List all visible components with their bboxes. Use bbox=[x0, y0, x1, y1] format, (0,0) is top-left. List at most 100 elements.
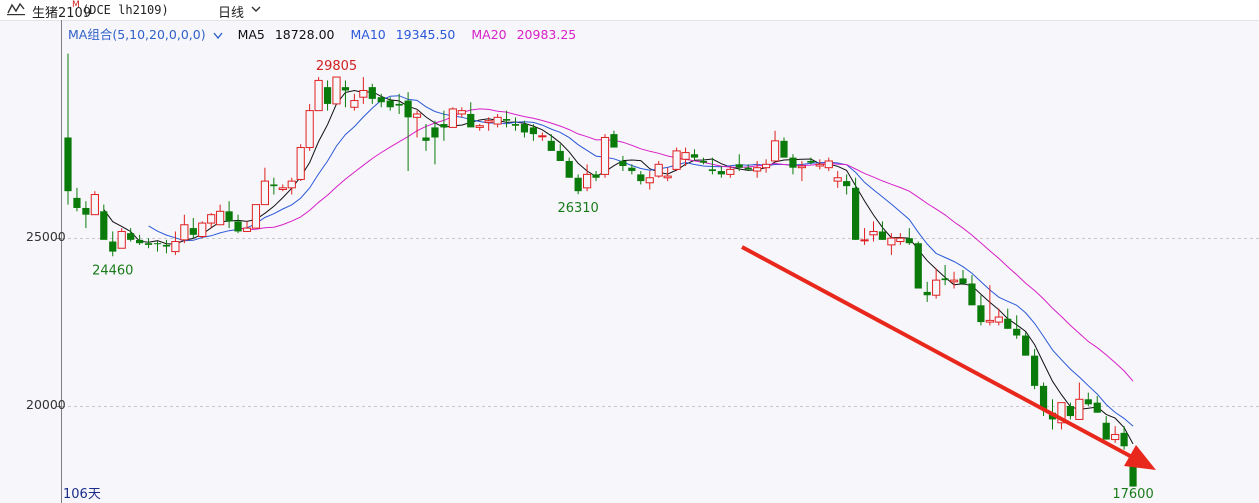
candle bbox=[323, 80, 332, 111]
candle bbox=[538, 132, 547, 141]
candle-body bbox=[448, 108, 457, 128]
candle-body bbox=[251, 204, 261, 229]
candle bbox=[654, 160, 663, 178]
candle bbox=[1022, 332, 1030, 356]
candle-body bbox=[100, 211, 108, 240]
kline-chart[interactable]: 29805 24460 26310 17600 MA组合(5,10,20,0,0,0)… bbox=[0, 20, 1259, 503]
candle-body bbox=[323, 87, 332, 104]
candle-body bbox=[359, 89, 368, 98]
candle bbox=[162, 239, 171, 254]
candle-body bbox=[1102, 422, 1110, 440]
candle-body bbox=[592, 174, 600, 178]
candle bbox=[467, 102, 475, 128]
candle bbox=[610, 130, 618, 148]
candle-body bbox=[109, 241, 117, 252]
candle-body bbox=[1084, 399, 1092, 405]
candle bbox=[82, 201, 90, 229]
candle-body bbox=[941, 278, 949, 281]
candle bbox=[305, 103, 314, 151]
candle bbox=[251, 204, 261, 229]
candle bbox=[234, 214, 242, 234]
candle bbox=[923, 281, 931, 302]
candle bbox=[153, 241, 162, 252]
ma-legend: MA组合(5,10,20,0,0,0) MA5 18728.00 MA10 19… bbox=[68, 24, 588, 42]
candle bbox=[896, 233, 905, 245]
candle-body bbox=[637, 174, 645, 182]
chevron-down-icon[interactable] bbox=[212, 31, 224, 41]
candle bbox=[377, 93, 385, 108]
candles bbox=[64, 53, 1137, 487]
candle bbox=[73, 187, 81, 212]
candle-body bbox=[207, 214, 216, 224]
candle bbox=[332, 76, 341, 105]
candle-body bbox=[985, 319, 994, 323]
candle bbox=[287, 177, 296, 195]
ma-group-selector[interactable]: MA组合(5,10,20,0,0,0) bbox=[68, 27, 206, 42]
candle-body bbox=[681, 152, 690, 160]
candle bbox=[869, 221, 878, 242]
candle bbox=[359, 77, 368, 104]
candle bbox=[180, 214, 189, 244]
candle-body bbox=[1031, 355, 1039, 386]
chevron-down-icon[interactable] bbox=[250, 3, 262, 15]
candle-body bbox=[744, 167, 752, 170]
candle-body bbox=[1066, 406, 1074, 417]
candle-body bbox=[332, 76, 341, 105]
candle bbox=[833, 171, 842, 188]
candle bbox=[529, 124, 537, 141]
candle bbox=[824, 157, 833, 172]
candle-body bbox=[162, 244, 171, 247]
price-annotation: 29805 bbox=[316, 59, 357, 74]
candle-body bbox=[708, 169, 716, 172]
candle-body bbox=[556, 150, 564, 161]
candle-body bbox=[923, 291, 931, 296]
candle-body bbox=[73, 197, 81, 208]
candle-body bbox=[860, 239, 869, 242]
candle-body bbox=[341, 87, 350, 91]
candle-body bbox=[735, 164, 743, 168]
candle bbox=[565, 157, 573, 178]
candle-body bbox=[565, 160, 573, 178]
candle-body bbox=[574, 177, 582, 192]
period-selector[interactable]: 日线 bbox=[218, 2, 244, 21]
candle-body bbox=[529, 127, 537, 135]
candle bbox=[404, 92, 412, 172]
ma10-readout: MA10 19345.50 bbox=[351, 27, 462, 42]
candle-body bbox=[663, 175, 672, 179]
candle-body bbox=[386, 100, 394, 108]
candle bbox=[968, 275, 976, 306]
candle-body bbox=[431, 127, 439, 138]
candle-body bbox=[171, 241, 180, 253]
ma5-value: 18728.00 bbox=[274, 27, 335, 42]
candle-body bbox=[878, 231, 887, 240]
price-annotation: 24460 bbox=[92, 263, 133, 278]
ma10-value: 19345.50 bbox=[395, 27, 456, 42]
candle-body bbox=[198, 222, 207, 237]
candle-body bbox=[780, 140, 788, 158]
chart-link-icon[interactable] bbox=[6, 1, 26, 17]
candle bbox=[949, 271, 959, 289]
candle bbox=[547, 134, 555, 151]
candle-body bbox=[136, 239, 144, 244]
candle-body bbox=[547, 140, 555, 151]
candle-body bbox=[82, 207, 90, 215]
candle bbox=[994, 308, 1003, 326]
candle-body bbox=[538, 135, 547, 138]
candle-body bbox=[475, 125, 484, 128]
candle-body bbox=[1004, 318, 1012, 329]
candle-body bbox=[770, 140, 780, 162]
candle-body bbox=[583, 173, 592, 189]
ma20-label: MA20 bbox=[471, 27, 507, 42]
candle-body bbox=[699, 160, 708, 163]
candle-body bbox=[824, 160, 833, 169]
candle-body bbox=[287, 180, 296, 189]
candle bbox=[412, 110, 422, 138]
candle bbox=[100, 204, 108, 240]
chart-canvas: 29805 24460 26310 17600 bbox=[56, 20, 1259, 503]
candle bbox=[1111, 426, 1120, 443]
candle bbox=[260, 167, 269, 206]
candle-body bbox=[395, 103, 403, 106]
candle bbox=[1066, 402, 1074, 420]
candle bbox=[762, 159, 771, 173]
candle bbox=[985, 285, 994, 326]
